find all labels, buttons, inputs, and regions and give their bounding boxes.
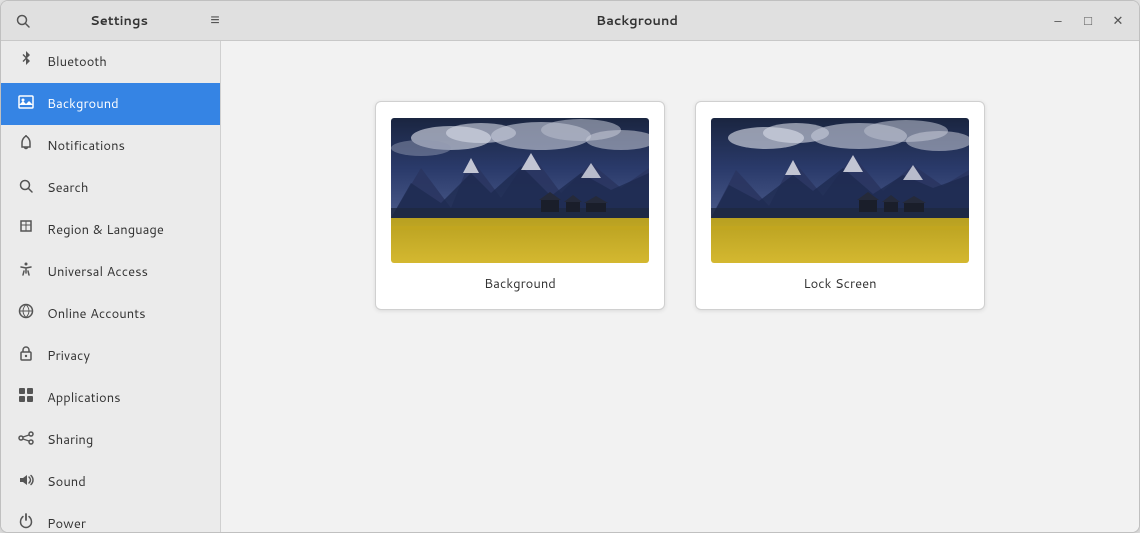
applications-icon [17, 387, 35, 408]
sidebar: Bluetooth Background [1, 41, 221, 532]
menu-button[interactable]: ≡ [201, 7, 229, 35]
sidebar-item-universal-access-label: Universal Access [47, 263, 148, 281]
maximize-button[interactable]: □ [1075, 8, 1101, 34]
titlebar-title: Background [229, 12, 1045, 30]
lock-screen-preview [711, 118, 969, 263]
titlebar-left: Settings ≡ [9, 7, 229, 35]
sidebar-item-privacy-label: Privacy [47, 347, 90, 365]
sidebar-item-applications-label: Applications [47, 389, 121, 407]
main-content: Bluetooth Background [1, 41, 1139, 532]
background-card-label: Background [484, 275, 556, 293]
sidebar-item-sharing-label: Sharing [47, 431, 93, 449]
sidebar-item-universal-access[interactable]: Universal Access [1, 251, 220, 293]
titlebar: Settings ≡ Background – □ ✕ [1, 1, 1139, 41]
sidebar-item-sharing[interactable]: Sharing [1, 419, 220, 461]
maximize-icon: □ [1084, 13, 1092, 28]
sidebar-item-sound[interactable]: Sound [1, 461, 220, 503]
close-button[interactable]: ✕ [1105, 8, 1131, 34]
lock-screen-card-label: Lock Screen [803, 275, 876, 293]
privacy-icon [17, 345, 35, 366]
sidebar-item-privacy[interactable]: Privacy [1, 335, 220, 377]
sidebar-item-bluetooth-label: Bluetooth [47, 53, 107, 71]
sidebar-item-background[interactable]: Background [1, 83, 220, 125]
sidebar-item-online-accounts[interactable]: Online Accounts [1, 293, 220, 335]
sidebar-item-region-label: Region & Language [47, 221, 164, 239]
sidebar-item-online-accounts-label: Online Accounts [47, 305, 146, 323]
close-icon: ✕ [1113, 13, 1124, 29]
sidebar-item-sound-label: Sound [47, 473, 86, 491]
app-title: Settings [43, 12, 195, 30]
minimize-button[interactable]: – [1045, 8, 1071, 34]
sidebar-item-power-label: Power [47, 515, 86, 533]
universal-access-icon [17, 261, 35, 282]
sharing-icon [17, 429, 35, 450]
search-icon [17, 177, 35, 198]
sidebar-item-power[interactable]: Power [1, 503, 220, 532]
window-controls: – □ ✕ [1045, 8, 1131, 34]
bluetooth-icon [17, 51, 35, 72]
sidebar-item-search[interactable]: Search [1, 167, 220, 209]
sidebar-item-notifications-label: Notifications [47, 137, 125, 155]
background-icon [17, 93, 35, 114]
background-preview [391, 118, 649, 263]
sidebar-item-search-label: Search [47, 179, 88, 197]
minimize-icon: – [1054, 13, 1061, 28]
search-button[interactable] [9, 7, 37, 35]
cards-container: Background [375, 101, 985, 310]
power-icon [17, 513, 35, 532]
lock-screen-card[interactable]: Lock Screen [695, 101, 985, 310]
background-card[interactable]: Background [375, 101, 665, 310]
online-accounts-icon [17, 303, 35, 324]
sidebar-item-bluetooth[interactable]: Bluetooth [1, 41, 220, 83]
sidebar-item-applications[interactable]: Applications [1, 377, 220, 419]
sidebar-item-background-label: Background [47, 95, 119, 113]
menu-icon: ≡ [210, 12, 219, 30]
sidebar-item-region[interactable]: Region & Language [1, 209, 220, 251]
main-panel: Background [221, 41, 1139, 532]
sidebar-item-notifications[interactable]: Notifications [1, 125, 220, 167]
sound-icon [17, 471, 35, 492]
region-icon [17, 219, 35, 240]
notifications-icon [17, 135, 35, 156]
settings-window: Settings ≡ Background – □ ✕ [0, 0, 1140, 533]
